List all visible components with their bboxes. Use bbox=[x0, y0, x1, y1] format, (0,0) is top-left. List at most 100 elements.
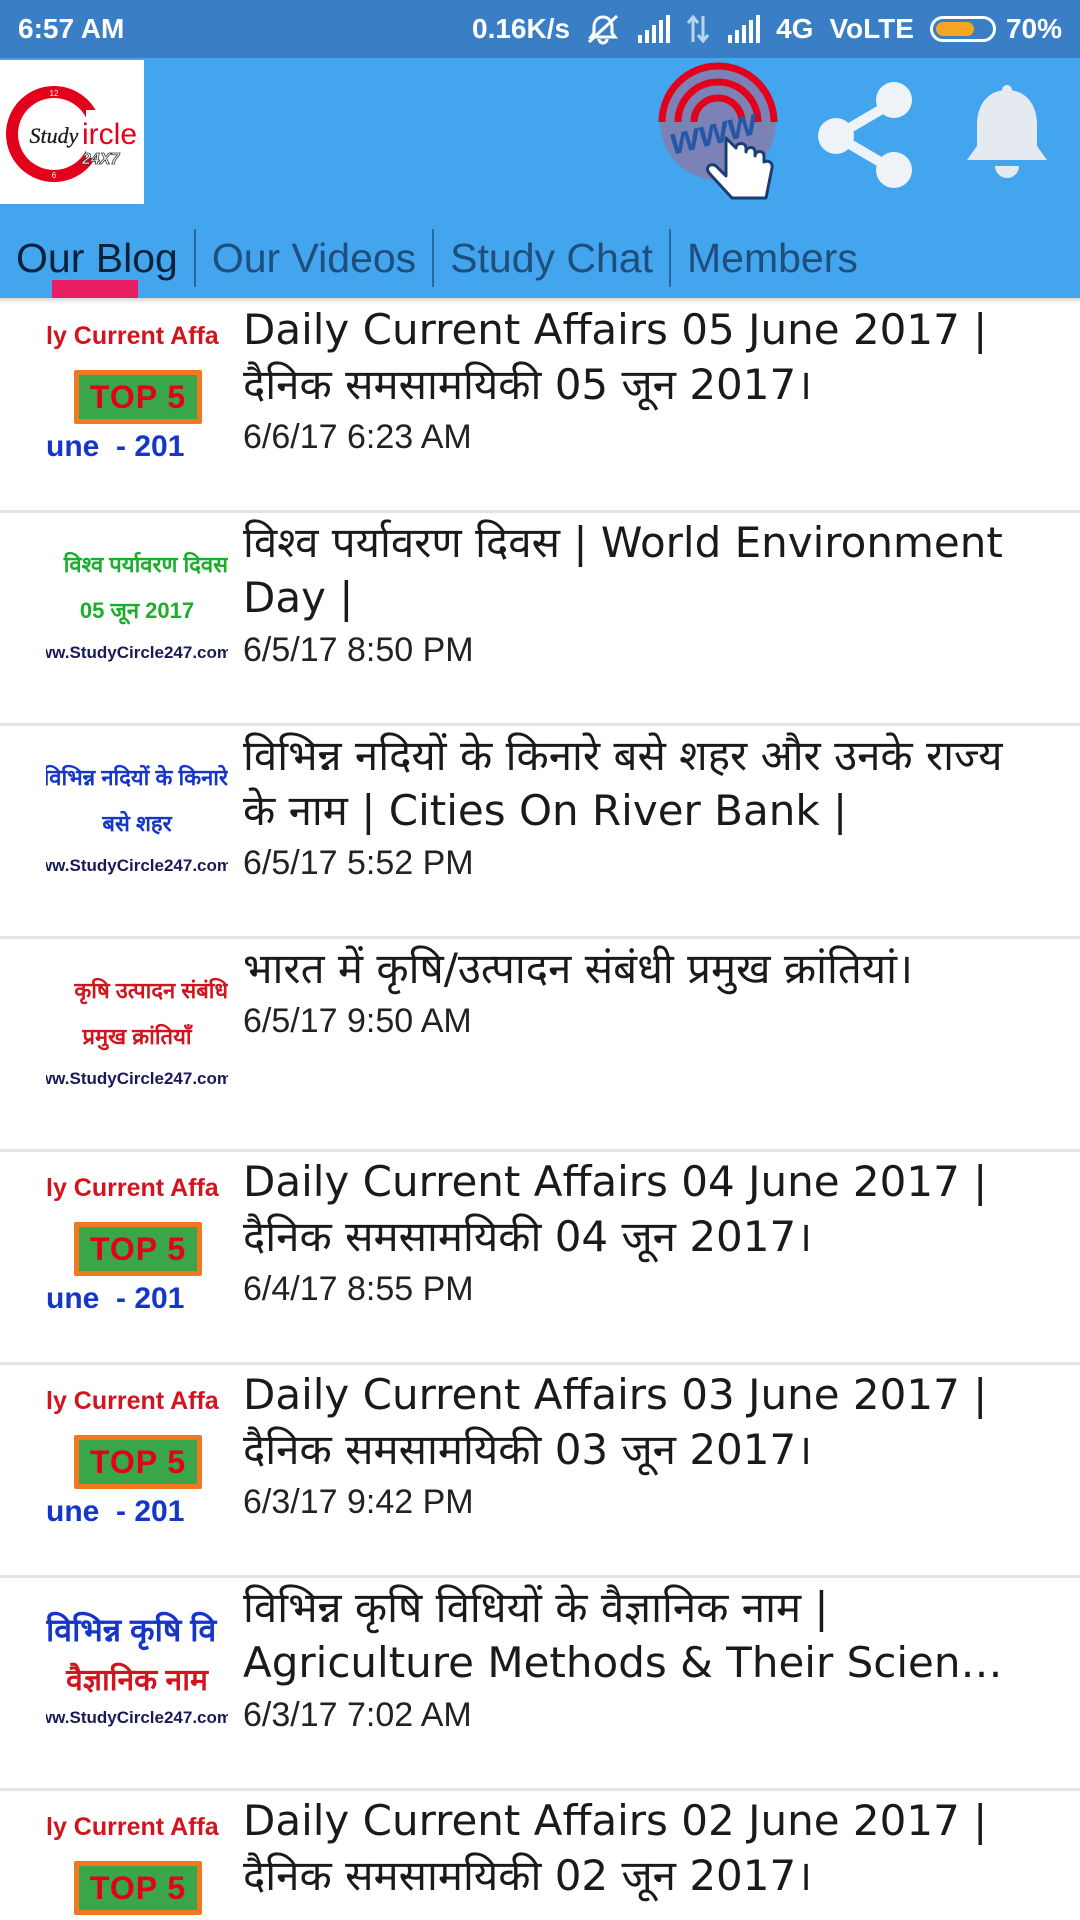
post-text: विश्व पर्यावरण दिवस | World Environment … bbox=[243, 515, 1043, 670]
post-title[interactable]: Daily Current Affairs 04 June 2017 | दैन… bbox=[243, 1154, 1043, 1264]
notification-bell-icon bbox=[967, 85, 1047, 178]
top5-badge-label: TOP 5 bbox=[79, 1440, 197, 1484]
post-thumbnail[interactable]: विभिन्न नदियों के किनारे बसे शहर www.Study… bbox=[46, 742, 228, 894]
thumbnail-subheading: वैज्ञानिक नाम bbox=[66, 1664, 208, 1697]
post-date: 6/5/17 9:50 AM bbox=[243, 1002, 472, 1040]
post-item[interactable]: विश्व पर्यावरण दिवस 05 जून 2017 www.StudyC… bbox=[0, 513, 1080, 726]
active-tab-indicator bbox=[52, 280, 138, 298]
tab-label: Members bbox=[687, 234, 858, 281]
top5-badge: TOP 5 bbox=[74, 370, 202, 424]
notification-button[interactable] bbox=[962, 84, 1052, 184]
thumbnail-url: www.StudyCircle247.com bbox=[46, 1708, 228, 1727]
thumbnail-url: www.StudyCircle247.com bbox=[46, 1069, 228, 1088]
post-date: 6/6/17 6:23 AM bbox=[243, 418, 472, 456]
logo-word2: ircle bbox=[82, 118, 137, 151]
website-button[interactable]: www bbox=[648, 60, 798, 210]
top5-badge: TOP 5 bbox=[74, 1222, 202, 1276]
status-indicators: 0.16K/s 4G VoLTE 70% bbox=[472, 13, 1062, 45]
post-title[interactable]: विभिन्न कृषि विधियों के वैज्ञानिक नाम | … bbox=[243, 1580, 1043, 1690]
mute-icon bbox=[586, 13, 620, 45]
thumbnail-subheading: बसे शहर bbox=[102, 811, 172, 836]
post-thumbnail[interactable]: ly Current AffaTOP 5une - 201 bbox=[46, 1807, 228, 1920]
post-thumbnail[interactable]: विभिन्न कृषि वि वैज्ञानिक नाम www.StudyCir… bbox=[46, 1594, 228, 1746]
post-item[interactable]: ly Current Affa TOP 5 une - 201 Daily Curre… bbox=[0, 1365, 1080, 1578]
logo-graphic: 12 6 Study ircle 24X7 bbox=[6, 86, 137, 182]
thumbnail-heading: विश्व पर्यावरण दिवस bbox=[63, 552, 228, 577]
post-date: 6/5/17 8:50 PM bbox=[243, 631, 474, 669]
tab-members[interactable]: Members bbox=[671, 228, 874, 288]
post-thumbnail[interactable]: ly Current Affa TOP 5 une - 201 bbox=[46, 1168, 228, 1320]
post-title[interactable]: विभिन्न नदियों के किनारे बसे शहर और उनके… bbox=[243, 728, 1043, 838]
share-icon bbox=[818, 82, 912, 188]
thumbnail-url: www.StudyCircle247.com bbox=[46, 856, 228, 875]
thumbnail-caption: ly Current Affa bbox=[46, 1174, 219, 1202]
post-title[interactable]: Daily Current Affairs 05 June 2017 | दैन… bbox=[243, 302, 1043, 412]
svg-text:6: 6 bbox=[52, 171, 57, 180]
thumbnail-caption: ly Current Affa bbox=[46, 1387, 219, 1415]
tab-label: Study Chat bbox=[450, 234, 654, 281]
post-text: Daily Current Affairs 03 June 2017 | दैन… bbox=[243, 1367, 1043, 1522]
signal-icon bbox=[726, 15, 761, 43]
post-thumbnail[interactable]: ly Current Affa TOP 5 une - 201 bbox=[46, 1381, 228, 1533]
post-thumbnail[interactable]: विश्व पर्यावरण दिवस 05 जून 2017 www.StudyC… bbox=[46, 529, 228, 681]
post-item[interactable]: ly Current Affa TOP 5 une - 201 Daily Curre… bbox=[0, 300, 1080, 513]
thumbnail-date: une - 201 bbox=[46, 1282, 185, 1315]
tab-label: Our Blog bbox=[16, 234, 178, 281]
thumbnail-date: une - 201 bbox=[46, 1495, 185, 1528]
post-title[interactable]: भारत में कृषि/उत्पादन संबंधी प्रमुख क्रा… bbox=[243, 941, 1043, 996]
post-title[interactable]: Daily Current Affairs 03 June 2017 | दैन… bbox=[243, 1367, 1043, 1477]
post-text: विभिन्न नदियों के किनारे बसे शहर और उनके… bbox=[243, 728, 1043, 883]
post-title[interactable]: विश्व पर्यावरण दिवस | World Environment … bbox=[243, 515, 1043, 625]
thumbnail-caption: ly Current Affa bbox=[46, 1813, 219, 1841]
top5-badge: TOP 5 bbox=[74, 1435, 202, 1489]
tab-our-videos[interactable]: Our Videos bbox=[196, 228, 432, 288]
website-icon: www bbox=[658, 62, 778, 200]
tab-study-chat[interactable]: Study Chat bbox=[434, 228, 669, 288]
top5-badge-label: TOP 5 bbox=[79, 1866, 197, 1910]
app-logo[interactable]: 12 6 Study ircle 24X7 bbox=[0, 60, 144, 204]
app-header: 12 6 Study ircle 24X7 www Our Blog Our V… bbox=[0, 58, 1080, 298]
thumbnail-caption: ly Current Affa bbox=[46, 322, 219, 350]
top5-badge-label: TOP 5 bbox=[79, 1227, 197, 1271]
thumbnail-heading: विभिन्न नदियों के किनारे bbox=[46, 765, 228, 790]
post-date: 6/3/17 9:42 PM bbox=[243, 1483, 474, 1521]
post-text: विभिन्न कृषि विधियों के वैज्ञानिक नाम | … bbox=[243, 1580, 1043, 1735]
battery-indicator: 70% bbox=[929, 13, 1062, 45]
thumbnail-date: une - 201 bbox=[46, 430, 185, 463]
thumbnail-heading: कृषि उत्पादन संबंधि bbox=[74, 978, 228, 1003]
tab-our-blog[interactable]: Our Blog bbox=[0, 228, 194, 288]
post-text: Daily Current Affairs 04 June 2017 | दैन… bbox=[243, 1154, 1043, 1309]
post-item[interactable]: विभिन्न नदियों के किनारे बसे शहर www.Study… bbox=[0, 726, 1080, 939]
post-item[interactable]: ly Current Affa TOP 5 une - 201 Daily Curre… bbox=[0, 1152, 1080, 1365]
signal-icon bbox=[636, 15, 671, 43]
logo-word1: Study bbox=[30, 123, 79, 148]
post-title[interactable]: Daily Current Affairs 02 June 2017 | दैन… bbox=[243, 1793, 1043, 1903]
tab-label: Our Videos bbox=[211, 234, 417, 281]
post-date: 6/5/17 5:52 PM bbox=[243, 844, 474, 882]
thumbnail-subheading: 05 जून 2017 bbox=[79, 598, 195, 623]
top5-badge-label: TOP 5 bbox=[79, 375, 197, 419]
post-text: Daily Current Affairs 05 June 2017 | दैन… bbox=[243, 302, 1043, 457]
post-item[interactable]: विभिन्न कृषि वि वैज्ञानिक नाम www.StudyCir… bbox=[0, 1578, 1080, 1791]
post-thumbnail[interactable]: ly Current Affa TOP 5 une - 201 bbox=[46, 316, 228, 468]
data-arrows-icon bbox=[686, 14, 710, 44]
thumbnail-subheading: प्रमुख क्रांतियाँ bbox=[82, 1024, 192, 1049]
thumbnail-url: www.StudyCircle247.com bbox=[46, 643, 228, 662]
post-text: Daily Current Affairs 02 June 2017 | दैन… bbox=[243, 1793, 1043, 1909]
network-speed: 0.16K/s bbox=[472, 13, 571, 44]
post-date: 6/3/17 7:02 AM bbox=[243, 1696, 472, 1734]
post-thumbnail[interactable]: कृषि उत्पादन संबंधि प्रमुख क्रांतियाँ www.… bbox=[46, 955, 228, 1107]
volte-label: VoLTE bbox=[829, 13, 914, 44]
svg-text:12: 12 bbox=[50, 89, 59, 98]
share-button[interactable] bbox=[812, 80, 918, 190]
tab-bar: Our Blog Our Videos Study Chat Members bbox=[0, 218, 1080, 298]
post-item[interactable]: ly Current AffaTOP 5une - 201Daily Curre… bbox=[0, 1791, 1080, 1920]
post-list[interactable]: ly Current Affa TOP 5 une - 201 Daily Curre… bbox=[0, 300, 1080, 1920]
thumbnail-heading: विभिन्न कृषि वि bbox=[46, 1612, 217, 1648]
post-item[interactable]: कृषि उत्पादन संबंधि प्रमुख क्रांतियाँ www.… bbox=[0, 939, 1080, 1152]
battery-fill bbox=[935, 22, 974, 36]
battery-icon bbox=[929, 16, 996, 42]
logo-sub: 24X7 bbox=[81, 151, 120, 168]
post-date: 6/4/17 8:55 PM bbox=[243, 1270, 474, 1308]
top5-badge: TOP 5 bbox=[74, 1861, 202, 1915]
